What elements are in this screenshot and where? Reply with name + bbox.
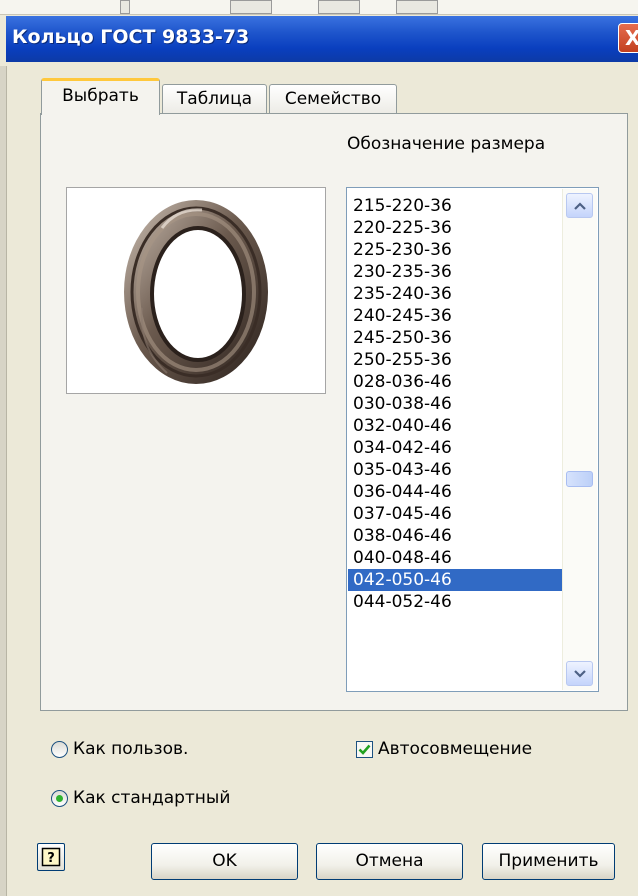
size-list-item[interactable]: 037-045-46 [348, 503, 562, 525]
size-list-item[interactable]: 032-040-46 [348, 415, 562, 437]
list-scrollbar[interactable] [562, 189, 597, 690]
background-toolbar-item [318, 0, 360, 14]
size-list-items[interactable]: 215-220-36 220-225-36 225-230-36 230-235-36… [348, 195, 562, 613]
scroll-thumb[interactable] [566, 471, 593, 487]
size-list-item[interactable]: 225-230-36 [348, 239, 562, 261]
radio-custom[interactable] [51, 741, 68, 758]
cancel-button[interactable]: Отмена [316, 843, 463, 880]
background-toolbar-item [120, 0, 130, 14]
radio-standard-label[interactable]: Как стандартный [73, 788, 230, 808]
background-window-edge [0, 66, 7, 896]
scroll-up-button[interactable] [566, 193, 593, 218]
size-list-item[interactable]: 034-042-46 [348, 437, 562, 459]
tab-label: Таблица [176, 89, 253, 109]
tab-table[interactable]: Таблица [162, 84, 267, 114]
help-icon: ? [41, 847, 61, 867]
size-list-item[interactable]: 042-050-46 [348, 569, 562, 591]
title-bar[interactable]: Кольцо ГОСТ 9833-73 X [6, 16, 638, 62]
apply-button[interactable]: Применить [482, 843, 615, 880]
size-list-item[interactable]: 220-225-36 [348, 217, 562, 239]
checkmark-icon [358, 744, 371, 755]
size-listbox[interactable]: 215-220-36 220-225-36 225-230-36 230-235-36… [346, 187, 599, 692]
help-button[interactable]: ? [37, 843, 65, 871]
chevron-down-icon [573, 669, 586, 678]
size-list-item[interactable]: 035-043-46 [348, 459, 562, 481]
auto-align-label[interactable]: Автосовмещение [378, 739, 532, 759]
o-ring-image [124, 200, 268, 384]
size-list-item[interactable]: 215-220-36 [348, 195, 562, 217]
radio-custom-label[interactable]: Как пользов. [73, 739, 188, 759]
tab-select[interactable]: Выбрать [41, 78, 160, 115]
background-toolbar-item [230, 0, 272, 14]
size-list-item[interactable]: 250-255-36 [348, 349, 562, 371]
tab-family[interactable]: Семейство [269, 84, 397, 114]
size-list-item[interactable]: 030-038-46 [348, 393, 562, 415]
close-icon: X [625, 26, 638, 50]
window-title: Кольцо ГОСТ 9833-73 [12, 26, 250, 48]
scroll-down-button[interactable] [566, 661, 593, 686]
part-preview [66, 187, 326, 394]
size-list-item[interactable]: 245-250-36 [348, 327, 562, 349]
background-toolbar-item [396, 0, 438, 14]
svg-text:?: ? [47, 851, 55, 866]
auto-align-checkbox[interactable] [356, 741, 373, 758]
radio-standard[interactable] [51, 790, 68, 807]
tab-label: Выбрать [62, 86, 139, 106]
size-designation-label: Обозначение размера [347, 134, 546, 154]
size-list-item[interactable]: 040-048-46 [348, 547, 562, 569]
size-list-item[interactable]: 038-046-46 [348, 525, 562, 547]
close-button[interactable]: X [618, 23, 638, 53]
size-list-item[interactable]: 028-036-46 [348, 371, 562, 393]
size-list-item[interactable]: 235-240-36 [348, 283, 562, 305]
tab-label: Семейство [284, 89, 382, 109]
size-list-item[interactable]: 044-052-46 [348, 591, 562, 613]
ok-button[interactable]: OK [151, 843, 298, 880]
size-list-item[interactable]: 036-044-46 [348, 481, 562, 503]
chevron-up-icon [573, 201, 586, 210]
size-list-item[interactable]: 240-245-36 [348, 305, 562, 327]
background-toolbar [0, 0, 638, 15]
size-list-item[interactable]: 230-235-36 [348, 261, 562, 283]
